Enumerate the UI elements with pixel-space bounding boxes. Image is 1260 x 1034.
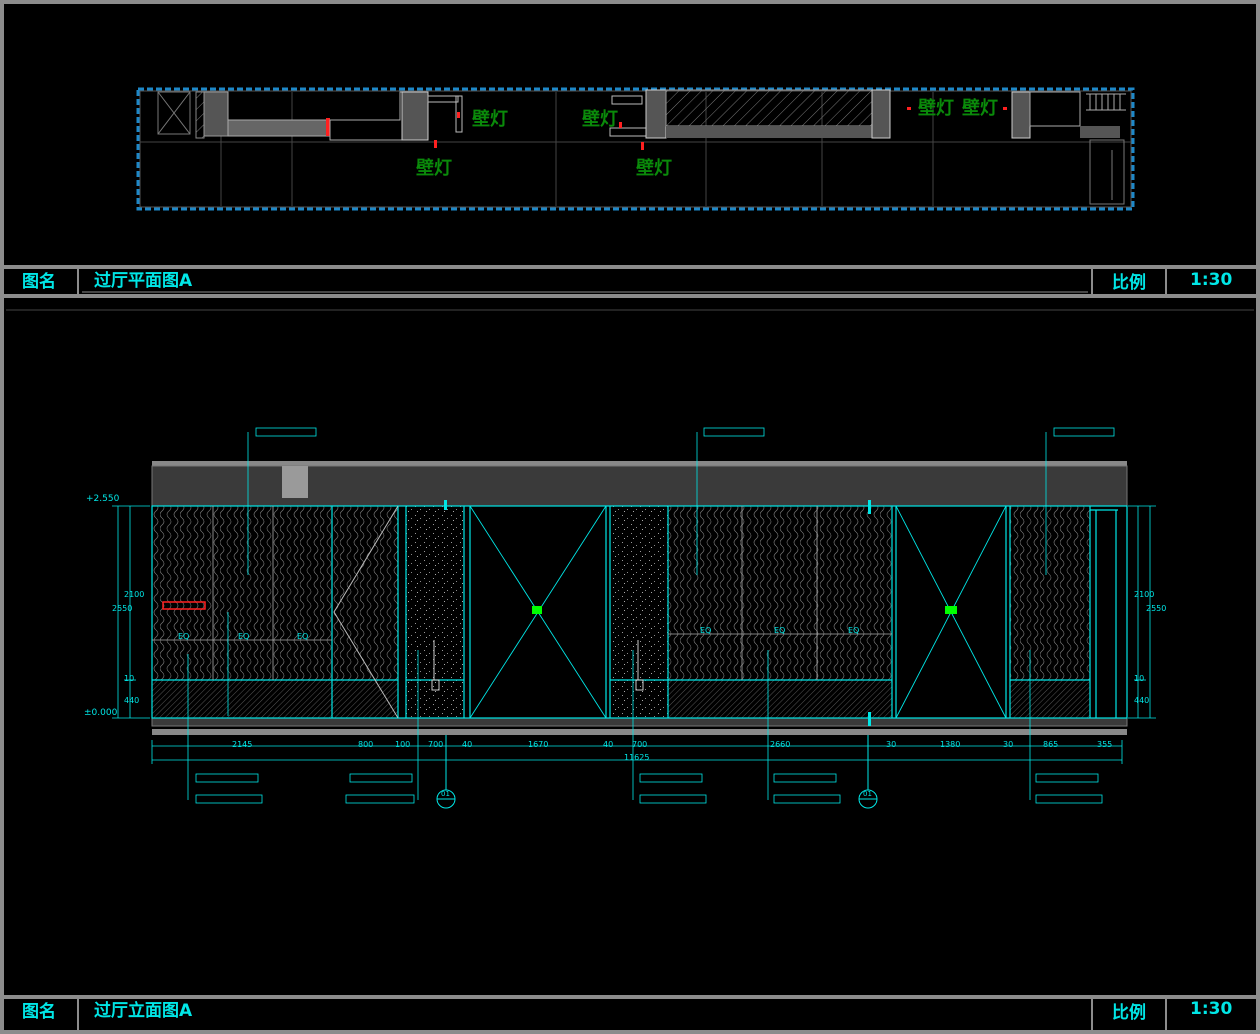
eq-label: EQ bbox=[774, 626, 786, 635]
cad-drawing-canvas bbox=[0, 0, 1260, 1034]
dimension-text: 865 bbox=[1043, 740, 1059, 749]
section-marker-number: 01 bbox=[863, 790, 872, 798]
dimension-text: 30 bbox=[1003, 740, 1014, 749]
eq-label: EQ bbox=[238, 632, 250, 641]
dimension-text: 10 bbox=[1134, 674, 1145, 683]
elevation-title: 过厅立面图A bbox=[94, 1001, 193, 1021]
plan-title: 过厅平面图A bbox=[94, 271, 193, 291]
dimension-text: 2100 bbox=[1134, 590, 1155, 599]
level-top: +2.550 bbox=[86, 494, 120, 504]
dimension-text: 440 bbox=[124, 696, 140, 705]
elevation-view bbox=[112, 427, 1156, 809]
wall-lamp-label: 壁灯 bbox=[636, 158, 672, 179]
dimension-text: 2660 bbox=[770, 740, 791, 749]
wall-lamp-label: 壁灯 bbox=[962, 98, 998, 119]
plan-scale: 1:30 bbox=[1190, 270, 1233, 290]
plan-scale-label: 比例 bbox=[1112, 273, 1146, 293]
dimension-text: 30 bbox=[886, 740, 897, 749]
dimension-text: 40 bbox=[603, 740, 614, 749]
wall-lamp-label: 壁灯 bbox=[582, 109, 618, 130]
dimension-text: 2100 bbox=[124, 590, 145, 599]
dimension-text: 40 bbox=[462, 740, 473, 749]
elevation-scale: 1:30 bbox=[1190, 999, 1233, 1019]
wall-lamp-label: 壁灯 bbox=[416, 158, 452, 179]
wall-lamp-label: 壁灯 bbox=[472, 109, 508, 130]
eq-label: EQ bbox=[297, 632, 309, 641]
dimension-text: 10 bbox=[124, 674, 135, 683]
eq-label: EQ bbox=[178, 632, 190, 641]
elevation-scale-label: 比例 bbox=[1112, 1003, 1146, 1023]
elevation-title-label: 图名 bbox=[22, 1002, 56, 1022]
dimension-text: 700 bbox=[632, 740, 648, 749]
section-marker-number: 01 bbox=[441, 790, 450, 798]
level-bottom: ±0.000 bbox=[84, 708, 118, 718]
dimension-text: 440 bbox=[1134, 696, 1150, 705]
dimension-text: 1380 bbox=[940, 740, 961, 749]
dimension-text: 100 bbox=[395, 740, 411, 749]
dimension-text: 1670 bbox=[528, 740, 549, 749]
dimension-text: 2550 bbox=[112, 604, 133, 613]
dimension-text: 2145 bbox=[232, 740, 253, 749]
dimension-text: 700 bbox=[428, 740, 444, 749]
eq-label: EQ bbox=[848, 626, 860, 635]
dimension-text: 355 bbox=[1097, 740, 1113, 749]
plan-title-label: 图名 bbox=[22, 272, 56, 292]
eq-label: EQ bbox=[700, 626, 712, 635]
dimension-text: 800 bbox=[358, 740, 374, 749]
dimension-total: 11625 bbox=[624, 753, 650, 762]
dimension-text: 2550 bbox=[1146, 604, 1167, 613]
wall-lamp-label: 壁灯 bbox=[918, 98, 954, 119]
